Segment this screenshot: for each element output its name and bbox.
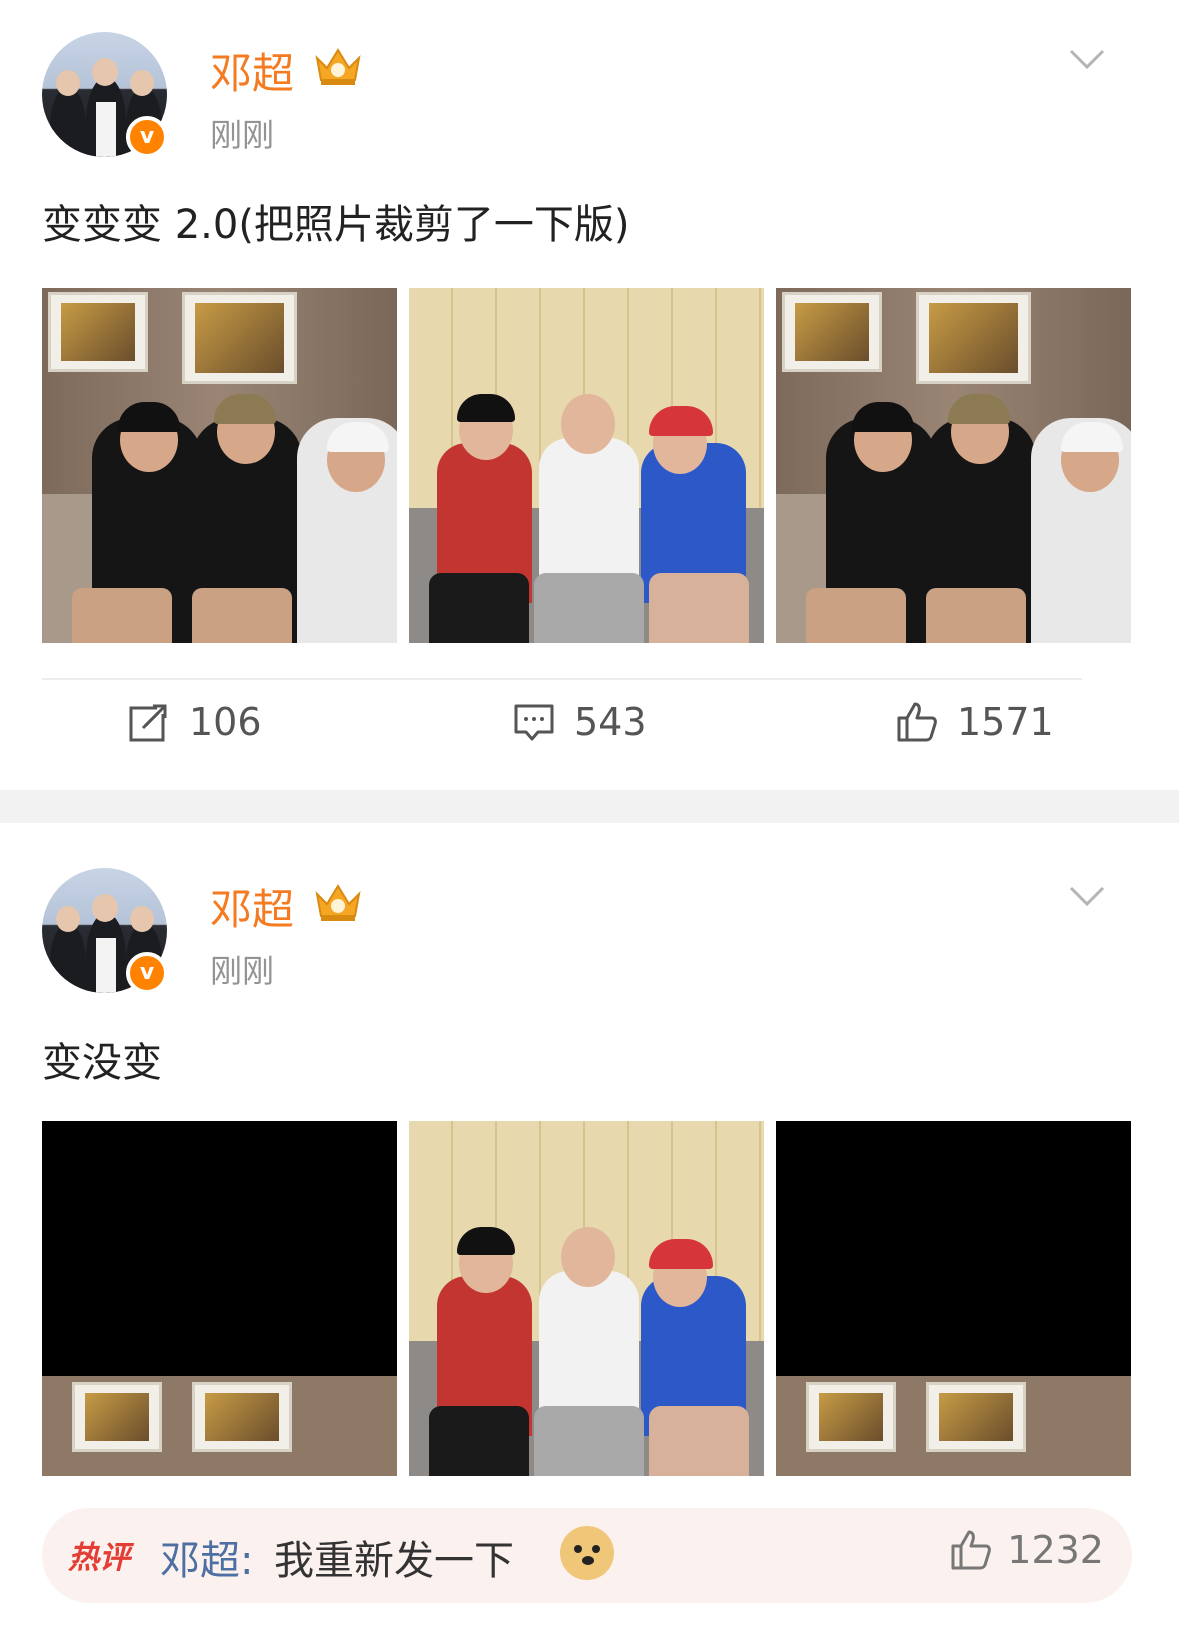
comment-author[interactable]: 邓超: [160,1528,253,1586]
photo-thumbnail[interactable] [42,1121,397,1476]
comment-icon [514,704,554,741]
post-time: 刚刚 [210,116,275,154]
repost-button[interactable]: 106 [127,700,262,744]
comment-text: 我重新发一下 [274,1538,514,1584]
repost-count: 106 [189,700,262,744]
verified-badge-icon: v [126,952,168,994]
weibo-post: v 邓超 刚刚 变变变 2.0(把照片裁剪了一下版) 106 543 1571 [0,0,1179,790]
weibo-post: v 邓超 刚刚 变没变 热评 邓超: 我重新发一下 1232 [0,823,1179,1648]
chevron-down-icon[interactable] [1069,48,1105,70]
username[interactable]: 邓超 [210,40,294,101]
photo-thumbnail[interactable] [409,1121,764,1476]
comment-button[interactable]: 543 [512,700,647,744]
doge-icon [560,1526,614,1580]
photo-thumbnail[interactable] [409,288,764,643]
verified-badge-icon: v [126,116,168,158]
photo-thumbnail[interactable] [776,1121,1131,1476]
like-count: 1571 [957,700,1054,744]
thumbs-up-icon [897,702,937,742]
photo-thumbnail[interactable] [42,288,397,643]
chevron-down-icon[interactable] [1069,885,1105,907]
post-text: 变没变 [42,1040,162,1086]
action-bar: 106 543 1571 [0,700,1179,760]
post-separator [0,790,1179,823]
thumbs-up-icon [951,1530,992,1570]
comment-like-button[interactable]: 1232 [949,1528,1104,1572]
hot-comment-tag: 热评 [68,1540,130,1576]
comment-like-count: 1232 [1007,1528,1104,1572]
crown-icon [315,884,361,921]
post-time: 刚刚 [210,952,275,990]
comment-count: 543 [574,700,647,744]
hot-comment[interactable]: 热评 邓超: 我重新发一下 1232 [42,1508,1132,1603]
like-button[interactable]: 1571 [895,700,1054,744]
photo-thumbnail[interactable] [776,288,1131,643]
crown-icon [315,48,361,85]
repost-icon [129,704,167,742]
photo-grid [42,288,1131,643]
post-text: 变变变 2.0(把照片裁剪了一下版) [42,202,630,248]
divider [42,678,1082,680]
username[interactable]: 邓超 [210,876,294,937]
photo-grid [42,1121,1131,1476]
